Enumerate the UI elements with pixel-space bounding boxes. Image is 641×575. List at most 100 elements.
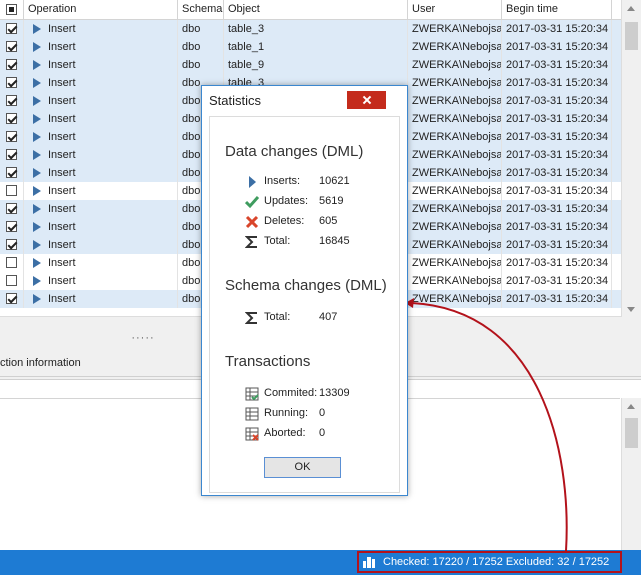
stat-value-schema-total: 407 <box>319 311 338 323</box>
row-checkbox-cell[interactable] <box>0 200 24 218</box>
close-icon[interactable] <box>347 91 386 109</box>
insert-arrow-icon <box>249 176 256 188</box>
select-all-column[interactable] <box>0 0 24 19</box>
cell-time: 2017-03-31 15:20:34 <box>502 200 612 218</box>
row-checkbox[interactable] <box>6 131 17 142</box>
cell-operation: Insert <box>24 236 178 254</box>
scroll-up-icon[interactable] <box>627 6 635 11</box>
committed-table-icon <box>245 387 259 401</box>
cell-user: ZWERKA\Nebojsa <box>408 20 502 38</box>
cell-operation: Insert <box>24 290 178 308</box>
row-checkbox[interactable] <box>6 185 17 196</box>
row-checkbox-cell[interactable] <box>0 236 24 254</box>
row-checkbox-cell[interactable] <box>0 164 24 182</box>
tab-transaction-information[interactable]: ction information <box>0 356 81 370</box>
column-header-operation[interactable]: Operation <box>24 0 178 19</box>
stat-label-aborted: Aborted: <box>264 427 306 439</box>
cell-object: table_3 <box>224 20 408 38</box>
cell-time: 2017-03-31 15:20:34 <box>502 182 612 200</box>
row-checkbox[interactable] <box>6 203 17 214</box>
cell-operation: Insert <box>24 182 178 200</box>
ddl-section-title: Schema changes (DML) <box>225 277 387 294</box>
row-checkbox-cell[interactable] <box>0 38 24 56</box>
row-checkbox[interactable] <box>6 95 17 106</box>
cell-operation: Insert <box>24 110 178 128</box>
cell-time: 2017-03-31 15:20:34 <box>502 92 612 110</box>
ok-button[interactable]: OK <box>264 457 341 478</box>
row-checkbox[interactable] <box>6 59 17 70</box>
cell-schema: dbo <box>178 56 224 74</box>
row-checkbox[interactable] <box>6 41 17 52</box>
scroll-up-icon[interactable] <box>627 404 635 409</box>
stat-value-total: 16845 <box>319 235 350 247</box>
column-header-object[interactable]: Object <box>224 0 408 19</box>
cell-user: ZWERKA\Nebojsa <box>408 92 502 110</box>
row-checkbox-cell[interactable] <box>0 20 24 38</box>
column-header-user[interactable]: User <box>408 0 502 19</box>
row-checkbox-cell[interactable] <box>0 146 24 164</box>
insert-arrow-icon <box>33 222 41 232</box>
panel-splitter[interactable]: ····· <box>128 333 158 344</box>
info-vertical-scrollbar[interactable] <box>621 398 641 550</box>
row-checkbox[interactable] <box>6 293 17 304</box>
row-checkbox-cell[interactable] <box>0 56 24 74</box>
row-checkbox-cell[interactable] <box>0 290 24 308</box>
cell-operation: Insert <box>24 20 178 38</box>
row-checkbox-cell[interactable] <box>0 182 24 200</box>
stat-label-running: Running: <box>264 407 309 419</box>
row-checkbox[interactable] <box>6 77 17 88</box>
row-checkbox[interactable] <box>6 149 17 160</box>
cell-user: ZWERKA\Nebojsa <box>408 110 502 128</box>
insert-arrow-icon <box>33 276 41 286</box>
row-checkbox-cell[interactable] <box>0 74 24 92</box>
statistics-icon[interactable] <box>363 556 375 568</box>
row-checkbox[interactable] <box>6 257 17 268</box>
row-checkbox[interactable] <box>6 23 17 34</box>
operation-text: Insert <box>48 167 76 179</box>
cell-operation: Insert <box>24 74 178 92</box>
row-checkbox[interactable] <box>6 167 17 178</box>
update-check-icon <box>245 196 259 209</box>
row-checkbox[interactable] <box>6 113 17 124</box>
table-row[interactable]: Insert dbo table_9 ZWERKA\Nebojsa 2017-03-31… <box>0 56 622 74</box>
row-checkbox-cell[interactable] <box>0 254 24 272</box>
column-header-schema[interactable]: Schema <box>178 0 224 19</box>
grid-vertical-scrollbar[interactable] <box>621 0 641 318</box>
row-checkbox[interactable] <box>6 221 17 232</box>
insert-arrow-icon <box>33 168 41 178</box>
insert-arrow-icon <box>33 96 41 106</box>
cell-operation: Insert <box>24 218 178 236</box>
cell-time: 2017-03-31 15:20:34 <box>502 218 612 236</box>
operation-text: Insert <box>48 41 76 53</box>
row-checkbox-cell[interactable] <box>0 218 24 236</box>
cell-time: 2017-03-31 15:20:34 <box>502 110 612 128</box>
stat-value-inserts: 10621 <box>319 175 350 187</box>
stat-value-deletes: 605 <box>319 215 338 227</box>
row-checkbox[interactable] <box>6 239 17 250</box>
cell-time: 2017-03-31 15:20:34 <box>502 164 612 182</box>
operation-text: Insert <box>48 257 76 269</box>
dialog-title: Statistics <box>209 93 262 108</box>
stat-label-inserts: Inserts: <box>264 175 301 187</box>
vertical-scroll-thumb[interactable] <box>625 22 638 50</box>
cell-operation: Insert <box>24 128 178 146</box>
statistics-dialog: Statistics Data changes (DML) Inserts: 1… <box>201 85 408 496</box>
row-checkbox-cell[interactable] <box>0 128 24 146</box>
scroll-down-icon[interactable] <box>627 307 635 312</box>
table-row[interactable]: Insert dbo table_1 ZWERKA\Nebojsa 2017-03-31… <box>0 38 622 56</box>
cell-user: ZWERKA\Nebojsa <box>408 182 502 200</box>
cell-object: table_9 <box>224 56 408 74</box>
table-row[interactable]: Insert dbo table_3 ZWERKA\Nebojsa 2017-03-31… <box>0 20 622 38</box>
cell-user: ZWERKA\Nebojsa <box>408 200 502 218</box>
select-all-checkbox[interactable] <box>6 4 17 15</box>
row-checkbox-cell[interactable] <box>0 92 24 110</box>
status-counts[interactable]: Checked: 17220 / 17252 Excluded: 32 / 17… <box>383 550 609 575</box>
delete-x-icon <box>245 215 259 229</box>
row-checkbox-cell[interactable] <box>0 272 24 290</box>
column-header-begin-time[interactable]: Begin time <box>502 0 612 19</box>
vertical-scroll-thumb[interactable] <box>625 418 638 448</box>
insert-arrow-icon <box>33 114 41 124</box>
cell-user: ZWERKA\Nebojsa <box>408 254 502 272</box>
row-checkbox-cell[interactable] <box>0 110 24 128</box>
row-checkbox[interactable] <box>6 275 17 286</box>
